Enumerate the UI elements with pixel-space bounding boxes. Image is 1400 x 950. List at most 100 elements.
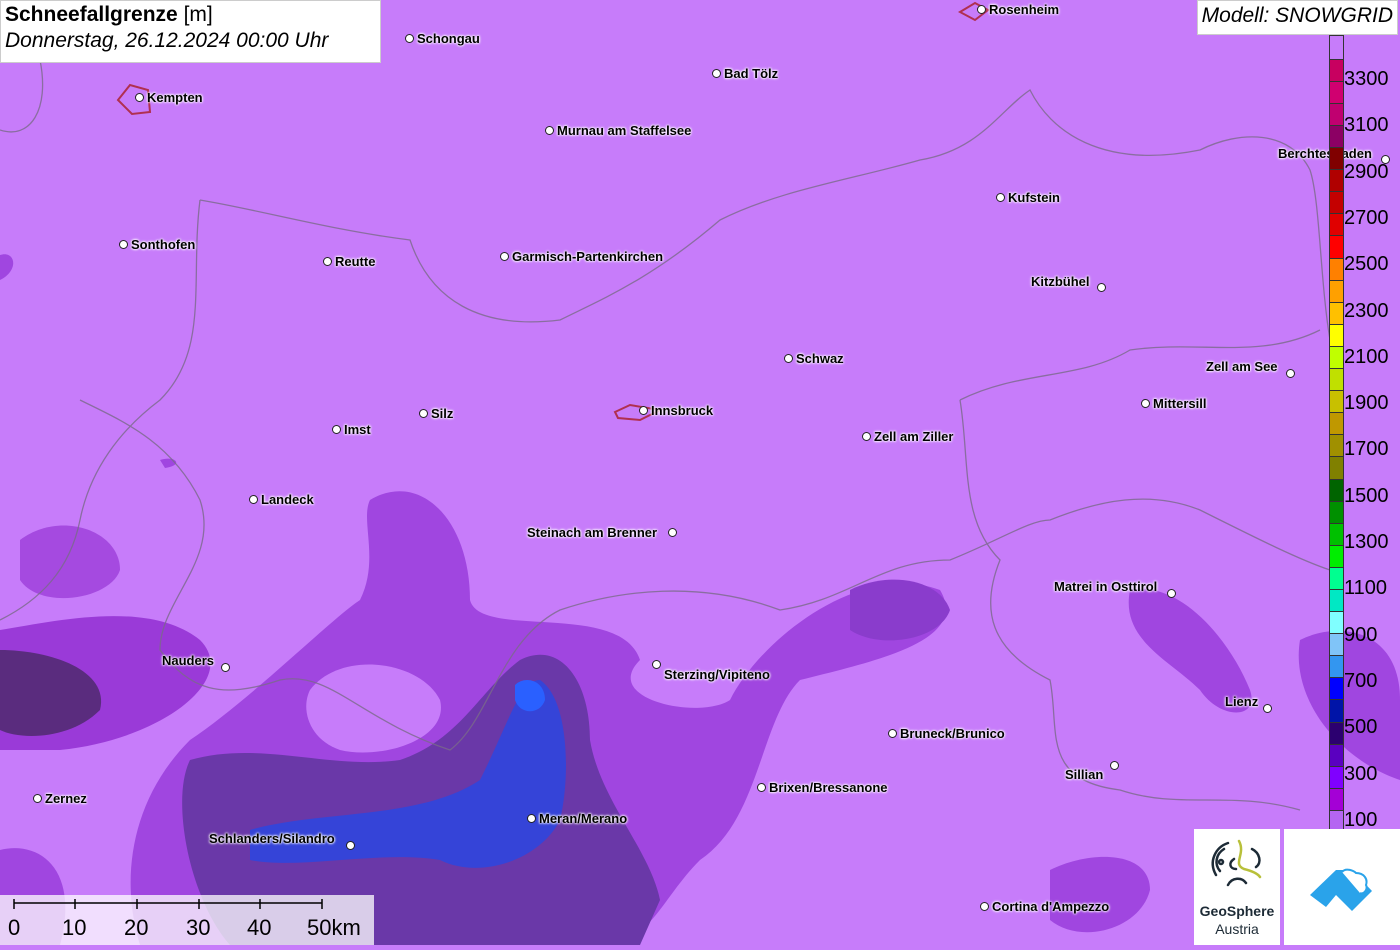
scale-label: 50km [307, 915, 361, 940]
city-dot-icon [405, 34, 414, 43]
city-marker[interactable]: Matrei in Osttirol [1054, 579, 1176, 598]
legend-color-step [1330, 743, 1343, 766]
legend-label: 1500 [1344, 484, 1389, 507]
legend-color-step [1330, 677, 1343, 700]
legend-color-step [1330, 301, 1343, 324]
legend-color-step [1330, 58, 1343, 81]
city-dot-icon [652, 660, 661, 669]
city-name: Sonthofen [131, 237, 196, 252]
city-marker[interactable]: Schongau [405, 31, 480, 46]
legend-label: 500 [1344, 716, 1378, 739]
forecast-datetime: Donnerstag, 26.12.2024 00:00 Uhr [5, 29, 329, 52]
city-dot-icon [419, 409, 428, 418]
city-name: Innsbruck [651, 403, 714, 418]
scale-ruler [13, 899, 323, 909]
city-name: Kempten [147, 90, 203, 105]
legend-color-step [1330, 323, 1343, 346]
city-marker[interactable]: Murnau am Staffelsee [545, 123, 691, 138]
city-marker[interactable]: Nauders [162, 653, 230, 672]
city-marker[interactable]: Mittersill [1141, 396, 1206, 411]
city-name: Lienz [1225, 694, 1259, 709]
legend-label: 2100 [1344, 345, 1389, 368]
city-name: Bad Tölz [724, 66, 779, 81]
city-name: Cortina d'Ampezzo [992, 899, 1110, 914]
legend-label: 3300 [1344, 68, 1389, 90]
legend-color-step [1330, 522, 1343, 545]
city-dot-icon [862, 432, 871, 441]
city-marker[interactable]: Berchtesgaden [1278, 146, 1390, 164]
legend-color-step [1330, 345, 1343, 369]
legend-color-step [1330, 279, 1343, 302]
scale-bar: 0 10 20 30 40 50km [0, 895, 374, 945]
city-marker[interactable]: Sillian [1065, 761, 1119, 782]
city-marker[interactable]: Sonthofen [119, 237, 196, 252]
city-marker[interactable]: Landeck [249, 492, 314, 507]
city-dot-icon [527, 814, 536, 823]
city-dot-icon [668, 528, 677, 537]
city-marker[interactable]: Cortina d'Ampezzo [980, 899, 1110, 914]
legend-color-step [1330, 544, 1343, 567]
city-marker[interactable]: Reutte [323, 254, 375, 269]
scale-label: 10 [62, 915, 87, 940]
legend-color-step [1330, 235, 1343, 258]
city-dot-icon [221, 663, 230, 672]
parameter-unit: [m] [183, 3, 213, 26]
scale-label: 40 [247, 915, 272, 940]
legend-label: 3100 [1344, 114, 1389, 137]
city-dot-icon [1110, 761, 1119, 770]
city-marker[interactable]: Kitzbühel [1031, 274, 1106, 292]
city-marker[interactable]: Kufstein [996, 190, 1060, 205]
legend-label: 1300 [1344, 531, 1389, 553]
city-marker[interactable]: Imst [332, 422, 371, 437]
city-marker[interactable]: Schlanders/Silandro [209, 831, 355, 850]
legend-color-step [1330, 147, 1343, 170]
city-marker[interactable]: Silz [419, 406, 453, 421]
city-marker[interactable]: Rosenheim [977, 2, 1059, 17]
city-dot-icon [1097, 283, 1106, 292]
legend-color-step [1330, 102, 1343, 125]
city-dot-icon [346, 841, 355, 850]
legend-label: 1700 [1344, 438, 1389, 461]
city-marker[interactable]: Brixen/Bressanone [757, 780, 888, 795]
city-marker[interactable]: Meran/Merano [527, 811, 627, 826]
city-marker[interactable]: Steinach am Brenner [527, 525, 677, 540]
legend-label: 700 [1344, 669, 1378, 692]
legend-color-step [1330, 412, 1343, 435]
city-dot-icon [119, 240, 128, 249]
city-marker[interactable]: Lienz [1225, 694, 1272, 713]
city-name: Schwaz [796, 351, 844, 366]
city-name: Zell am See [1206, 359, 1278, 374]
city-marker[interactable]: Bad Tölz [712, 66, 779, 81]
city-marker[interactable]: Kempten [135, 90, 203, 105]
legend-label: 300 [1344, 762, 1378, 785]
geosphere-austria-logo[interactable]: GeoSphere Austria [1194, 829, 1280, 945]
city-marker[interactable]: Zernez [33, 791, 87, 806]
mountain-snow-icon [1310, 868, 1372, 911]
city-name: Schongau [417, 31, 480, 46]
city-marker[interactable]: Zell am See [1206, 359, 1295, 378]
city-name: Matrei in Osttirol [1054, 579, 1158, 594]
city-dot-icon [1286, 369, 1295, 378]
city-marker[interactable]: Bruneck/Brunico [888, 726, 1005, 741]
legend-label: 2300 [1344, 299, 1389, 322]
city-marker[interactable]: Innsbruck [639, 403, 714, 418]
city-name: Zell am Ziller [874, 429, 954, 444]
city-marker[interactable]: Garmisch-Partenkirchen [500, 249, 663, 264]
city-dot-icon [1141, 399, 1150, 408]
city-marker[interactable]: Schwaz [784, 351, 844, 366]
legend-color-step [1330, 566, 1343, 589]
map-title: Schneefallgrenze [m] Donnerstag, 26.12.2… [0, 0, 381, 63]
snowfall-map[interactable] [0, 0, 1400, 945]
legend-color-step [1330, 434, 1343, 457]
legend-color-step [1330, 456, 1343, 479]
city-dot-icon [500, 252, 509, 261]
snowgrid-logo[interactable] [1284, 829, 1400, 945]
scale-label: 30 [186, 915, 211, 940]
city-dot-icon [1263, 704, 1272, 713]
legend-label: 1100 [1344, 577, 1388, 600]
city-name: Sterzing/Vipiteno [664, 667, 770, 682]
city-marker[interactable]: Zell am Ziller [862, 429, 954, 444]
city-name: Bruneck/Brunico [900, 726, 1005, 741]
city-dot-icon [249, 495, 258, 504]
city-marker[interactable]: Sterzing/Vipiteno [652, 660, 770, 682]
